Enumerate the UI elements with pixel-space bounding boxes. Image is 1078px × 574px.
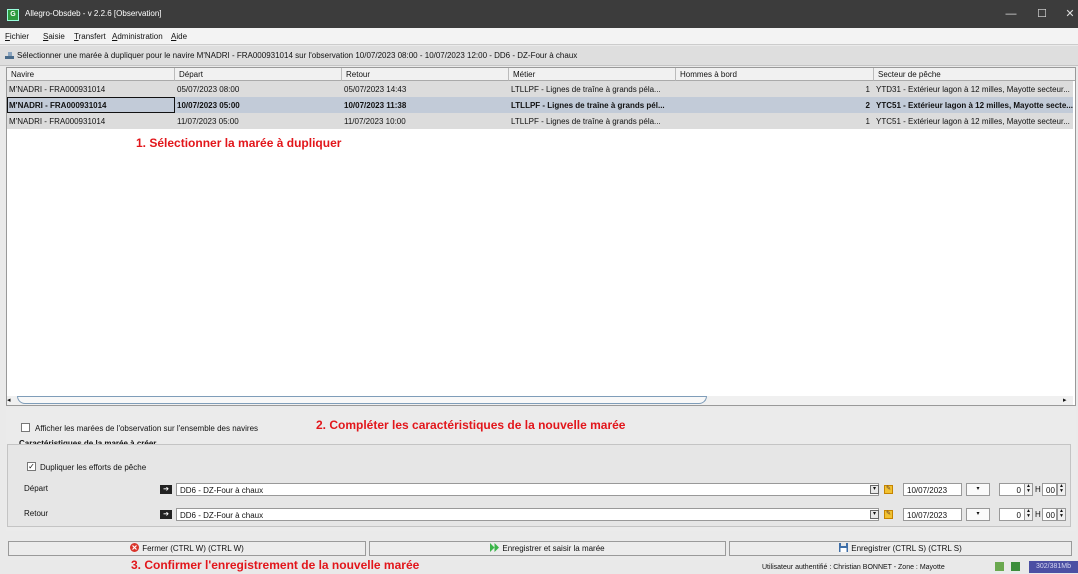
cell-navire: M'NADRI - FRA000931014 bbox=[9, 85, 106, 94]
retour-hour-field[interactable]: 0 bbox=[999, 508, 1025, 521]
window-title: Allegro-Obsdeb - v 2.2.6 [Observation] bbox=[25, 9, 162, 18]
col-header-retour[interactable]: Retour bbox=[342, 68, 509, 81]
hour-spinner-icon[interactable]: ▲ ▼ bbox=[1024, 483, 1033, 496]
duplicate-efforts-checkbox[interactable]: ✓ bbox=[27, 462, 36, 471]
table-row[interactable]: M'NADRI - FRA000931014 11/07/2023 05:00 … bbox=[7, 113, 1073, 129]
show-all-vessels-label: Afficher les marées de l'observation sur… bbox=[35, 424, 259, 433]
col-header-hommes[interactable]: Hommes à bord bbox=[676, 68, 874, 81]
ship-icon bbox=[5, 52, 14, 59]
depart-minute-field[interactable]: 00 bbox=[1042, 483, 1057, 496]
save-and-enter-button[interactable]: Enregistrer et saisir la marée bbox=[369, 541, 726, 556]
cell-metier: LTLLPF - Lignes de traîne à grands péla.… bbox=[511, 85, 661, 94]
retour-date-field[interactable]: 10/07/2023 bbox=[903, 508, 962, 521]
close-button-label: Fermer (CTRL W) (CTRL W) bbox=[142, 544, 244, 553]
location-arrow-icon: ➔ bbox=[160, 510, 172, 519]
maximize-icon[interactable]: ☐ bbox=[1027, 6, 1057, 22]
cell-retour: 10/07/2023 11:38 bbox=[344, 101, 407, 110]
cell-metier: LTLLPF - Lignes de traîne à grands pél..… bbox=[511, 101, 665, 110]
col-header-navire[interactable]: Navire bbox=[7, 68, 175, 81]
scroll-thumb[interactable] bbox=[17, 396, 707, 404]
location-arrow-icon: ➔ bbox=[160, 485, 172, 494]
retour-label: Retour bbox=[24, 509, 49, 518]
show-all-vessels-checkbox[interactable] bbox=[21, 423, 30, 432]
cell-secteur: YTD31 - Extérieur lagon à 12 milles, May… bbox=[876, 85, 1070, 94]
minute-spinner-icon[interactable]: ▲ ▼ bbox=[1057, 508, 1066, 521]
cell-metier: LTLLPF - Lignes de traîne à grands péla.… bbox=[511, 117, 661, 126]
fast-forward-icon bbox=[490, 543, 500, 552]
cell-hommes: 1 bbox=[865, 85, 870, 94]
close-circle-icon bbox=[130, 543, 140, 552]
chevron-down-icon[interactable]: ▾ bbox=[870, 485, 879, 494]
cell-depart: 11/07/2023 05:00 bbox=[177, 117, 239, 126]
chevron-down-icon[interactable]: ▾ bbox=[870, 510, 879, 519]
save-button-label: Enregistrer (CTRL S) (CTRL S) bbox=[851, 544, 962, 553]
depart-label: Départ bbox=[24, 484, 49, 493]
menu-bar: Fichier Saisie Transfert Administration … bbox=[0, 28, 1078, 45]
menu-aide[interactable]: Aide bbox=[171, 32, 187, 41]
selection-info-bar: Sélectionner une marée à dupliquer pour … bbox=[0, 46, 1078, 66]
trip-table: Navire Départ Retour Métier Hommes à bor… bbox=[6, 67, 1076, 406]
col-header-depart[interactable]: Départ bbox=[175, 68, 342, 81]
cell-depart: 10/07/2023 05:00 bbox=[177, 101, 240, 110]
edit-pencil-icon[interactable]: ✎ bbox=[884, 485, 893, 494]
menu-fichier[interactable]: Fichier bbox=[5, 32, 29, 41]
menu-saisie[interactable]: Saisie bbox=[43, 32, 65, 41]
cell-depart: 05/07/2023 08:00 bbox=[177, 85, 240, 94]
cell-hommes: 2 bbox=[865, 101, 870, 110]
duplicate-efforts-label: Dupliquer les efforts de pêche bbox=[40, 463, 147, 472]
cell-secteur: YTC51 - Extérieur lagon à 12 milles, May… bbox=[876, 101, 1073, 110]
cell-secteur: YTC51 - Extérieur lagon à 12 milles, May… bbox=[876, 117, 1070, 126]
info-text: Sélectionner une marée à dupliquer pour … bbox=[17, 51, 578, 60]
hour-spinner-icon[interactable]: ▲ ▼ bbox=[1024, 508, 1033, 521]
annotation-step3: 3. Confirmer l'enregistrement de la nouv… bbox=[131, 558, 420, 572]
status-bar: 3. Confirmer l'enregistrement de la nouv… bbox=[0, 558, 1078, 574]
close-button[interactable]: Fermer (CTRL W) (CTRL W) bbox=[8, 541, 366, 556]
depart-location-select[interactable]: DD6 - DZ-Four à chaux bbox=[176, 483, 879, 496]
app-icon: G bbox=[7, 9, 19, 21]
annotation-step2: 2. Compléter les caractéristiques de la … bbox=[316, 418, 626, 432]
retour-minute-field[interactable]: 00 bbox=[1042, 508, 1057, 521]
connection-icon bbox=[995, 562, 1004, 571]
date-picker-button[interactable]: ▾ bbox=[966, 483, 990, 496]
date-picker-button[interactable]: ▾ bbox=[966, 508, 990, 521]
floppy-disk-icon bbox=[839, 543, 849, 552]
save-button[interactable]: Enregistrer (CTRL S) (CTRL S) bbox=[729, 541, 1072, 556]
user-status: Utilisateur authentifié : Christian BONN… bbox=[762, 564, 945, 571]
sync-icon bbox=[1011, 562, 1020, 571]
cell-navire: M'NADRI - FRA000931014 bbox=[9, 117, 106, 126]
table-row-selected[interactable]: M'NADRI - FRA000931014 10/07/2023 05:00 … bbox=[7, 97, 1073, 113]
cell-retour: 05/07/2023 14:43 bbox=[344, 85, 407, 94]
depart-hour-field[interactable]: 0 bbox=[999, 483, 1025, 496]
minute-spinner-icon[interactable]: ▲ ▼ bbox=[1057, 483, 1066, 496]
hour-separator: H bbox=[1035, 510, 1041, 519]
table-row[interactable]: M'NADRI - FRA000931014 05/07/2023 08:00 … bbox=[7, 81, 1073, 97]
minimize-icon[interactable]: — bbox=[996, 6, 1026, 22]
col-header-secteur[interactable]: Secteur de pêche bbox=[874, 68, 1075, 81]
window-titlebar[interactable]: G Allegro-Obsdeb - v 2.2.6 [Observation]… bbox=[0, 0, 1078, 28]
cell-hommes: 1 bbox=[865, 117, 870, 126]
scroll-right-icon[interactable]: ▸ bbox=[1063, 396, 1067, 404]
col-header-metier[interactable]: Métier bbox=[509, 68, 676, 81]
close-window-icon[interactable]: ✕ bbox=[1055, 6, 1078, 22]
edit-pencil-icon[interactable]: ✎ bbox=[884, 510, 893, 519]
hour-separator: H bbox=[1035, 485, 1041, 494]
cell-navire: M'NADRI - FRA000931014 bbox=[7, 97, 175, 113]
annotation-step1: 1. Sélectionner la marée à dupliquer bbox=[136, 136, 342, 150]
menu-transfert[interactable]: Transfert bbox=[74, 32, 106, 41]
menu-administration[interactable]: Administration bbox=[112, 32, 163, 41]
horizontal-scrollbar[interactable]: ◂ ▸ bbox=[7, 396, 1073, 405]
scroll-left-icon[interactable]: ◂ bbox=[7, 396, 11, 404]
retour-location-select[interactable]: DD6 - DZ-Four à chaux bbox=[176, 508, 879, 521]
depart-date-field[interactable]: 10/07/2023 bbox=[903, 483, 962, 496]
save-and-enter-label: Enregistrer et saisir la marée bbox=[502, 544, 605, 553]
cell-retour: 11/07/2023 10:00 bbox=[344, 117, 406, 126]
memory-indicator[interactable]: 302/381Mb bbox=[1029, 561, 1078, 573]
